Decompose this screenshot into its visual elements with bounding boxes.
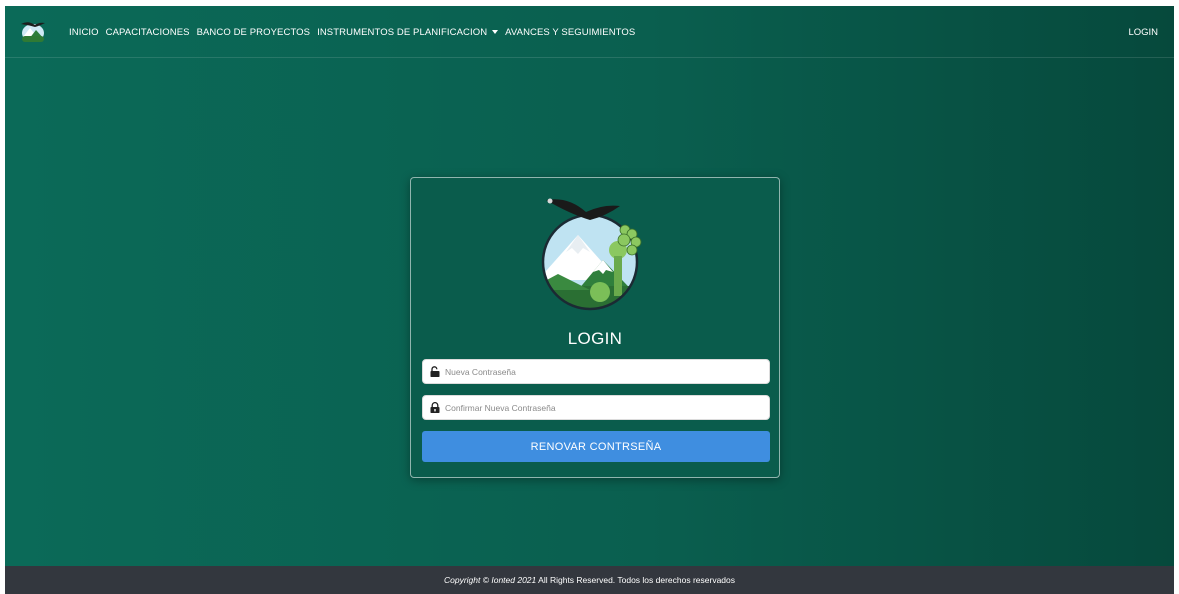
footer-rights: All Rights Reserved. Todos los derechos … [536,575,736,585]
new-password-field [422,359,770,384]
nav-links: INICIO CAPACITACIONES BANCO DE PROYECTOS… [69,6,642,58]
confirm-password-field [422,395,770,420]
nav-link-capacitaciones[interactable]: CAPACITACIONES [106,27,190,38]
page-background: INICIO CAPACITACIONES BANCO DE PROYECTOS… [5,6,1174,566]
nav-dropdown-instrumentos[interactable]: INSTRUMENTOS DE PLANIFICACION [317,26,499,38]
footer: Copyright © Ionted 2021 All Rights Reser… [5,566,1174,594]
nav-link-inicio[interactable]: INICIO [69,27,99,38]
login-card: LOGIN RENOVAR CONTRSEÑA [410,177,780,478]
caret-down-icon [492,30,499,34]
nav-dropdown-label: INSTRUMENTOS DE PLANIFICACION [317,26,488,38]
lock-open-icon [430,366,440,377]
condor-mountain-logo-icon [541,198,642,311]
nav-link-banco-de-proyectos[interactable]: BANCO DE PROYECTOS [197,27,311,38]
condor-mountain-logo-icon[interactable] [19,19,47,43]
top-navbar: INICIO CAPACITACIONES BANCO DE PROYECTOS… [5,6,1174,58]
lock-icon [430,402,440,413]
nav-link-avances[interactable]: AVANCES Y SEGUIMIENTOS [505,27,635,38]
renew-password-button[interactable]: RENOVAR CONTRSEÑA [422,431,770,462]
new-password-input[interactable] [445,366,769,377]
footer-copyright: Copyright © Ionted 2021 [443,575,537,585]
nav-login-link[interactable]: LOGIN [1128,6,1158,58]
card-title: LOGIN [567,329,623,348]
confirm-password-input[interactable] [445,402,769,413]
